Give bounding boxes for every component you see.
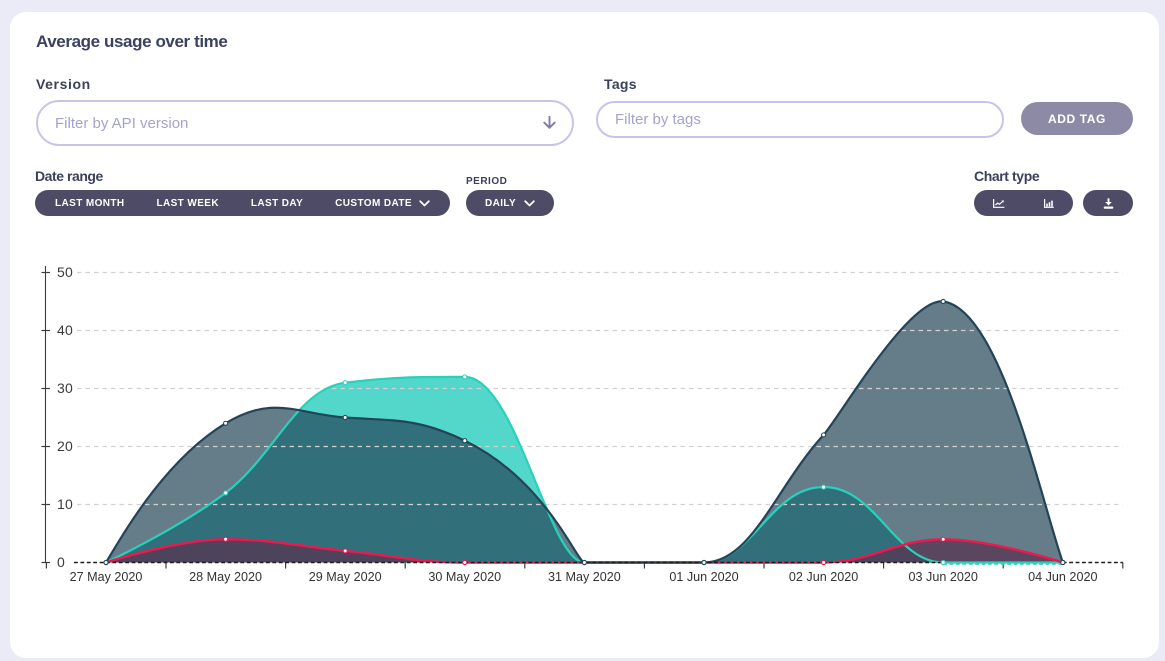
svg-text:50: 50	[57, 264, 73, 280]
svg-text:40: 40	[57, 322, 73, 338]
svg-text:01 Jun 2020: 01 Jun 2020	[669, 570, 738, 584]
svg-text:28 May 2020: 28 May 2020	[189, 570, 262, 584]
svg-text:10: 10	[57, 496, 73, 512]
svg-text:04 Jun 2020: 04 Jun 2020	[1028, 570, 1097, 584]
svg-text:31 May 2020: 31 May 2020	[548, 570, 621, 584]
svg-text:03 Jun 2020: 03 Jun 2020	[909, 570, 978, 584]
svg-text:30 May 2020: 30 May 2020	[428, 570, 501, 584]
svg-text:27 May 2020: 27 May 2020	[70, 570, 143, 584]
svg-text:20: 20	[57, 438, 73, 454]
svg-text:0: 0	[57, 554, 65, 570]
svg-text:02 Jun 2020: 02 Jun 2020	[789, 570, 858, 584]
svg-text:30: 30	[57, 380, 73, 396]
svg-text:29 May 2020: 29 May 2020	[309, 570, 382, 584]
